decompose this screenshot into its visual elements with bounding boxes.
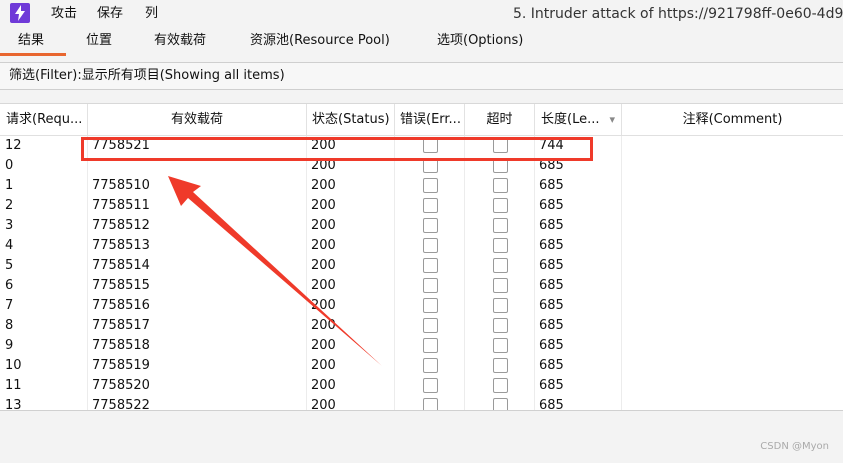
status-area	[0, 410, 843, 463]
annotation-arrow	[168, 176, 382, 366]
watermark: CSDN @Myon⁠	[760, 441, 829, 452]
